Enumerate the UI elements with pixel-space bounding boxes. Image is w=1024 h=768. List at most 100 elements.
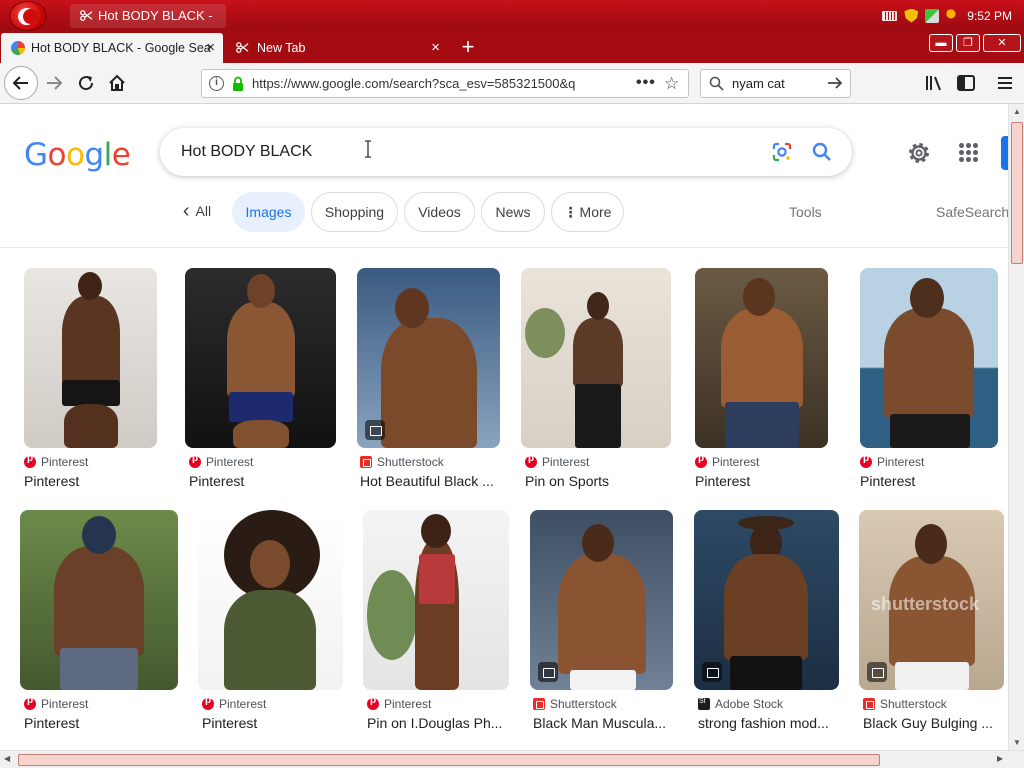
scroll-up-arrow-icon[interactable]: ▲ bbox=[1013, 107, 1021, 116]
new-tab-button[interactable]: + bbox=[454, 33, 482, 61]
result-source[interactable]: Pinterest bbox=[24, 453, 88, 469]
result-source[interactable]: Pinterest bbox=[367, 695, 431, 711]
home-button[interactable] bbox=[102, 68, 132, 98]
scroll-right-arrow-icon[interactable]: ▶ bbox=[997, 754, 1003, 763]
address-bar[interactable]: i https://www.google.com/search?sca_esv=… bbox=[201, 69, 689, 98]
scroll-down-arrow-icon[interactable]: ▼ bbox=[1013, 738, 1021, 747]
horizontal-scrollbar[interactable]: ◀ ▶ bbox=[0, 750, 1024, 768]
scroll-left-arrow-icon[interactable]: ◀ bbox=[4, 754, 10, 763]
google-apps-icon[interactable] bbox=[958, 142, 978, 162]
page-actions-icon[interactable]: ••• bbox=[636, 70, 656, 95]
reload-button[interactable] bbox=[71, 68, 101, 98]
result-source[interactable]: Shutterstock bbox=[360, 455, 444, 469]
sidebar-button[interactable] bbox=[954, 71, 978, 95]
close-tab-icon[interactable]: × bbox=[431, 33, 440, 63]
result-title[interactable]: Pinterest bbox=[695, 473, 828, 489]
chip-all[interactable]: ‹ All bbox=[167, 192, 227, 232]
search-icon bbox=[709, 76, 724, 91]
result-source[interactable]: Pinterest bbox=[860, 453, 925, 469]
image-thumbnail[interactable] bbox=[185, 268, 336, 448]
image-thumbnail[interactable] bbox=[24, 268, 157, 448]
image-thumbnail[interactable] bbox=[521, 268, 671, 448]
google-logo[interactable]: Google bbox=[24, 137, 131, 173]
network-icon[interactable] bbox=[925, 8, 940, 23]
image-thumbnail[interactable] bbox=[357, 268, 500, 448]
result-source[interactable]: Pinterest bbox=[24, 695, 88, 711]
image-thumbnail[interactable] bbox=[860, 268, 998, 448]
result-source[interactable]: Pinterest bbox=[695, 453, 759, 469]
image-thumbnail[interactable] bbox=[695, 268, 828, 448]
safesearch-button[interactable]: SafeSearch bbox=[936, 192, 1008, 232]
keyboard-icon[interactable] bbox=[882, 10, 898, 21]
result-source[interactable]: Shutterstock bbox=[533, 697, 617, 711]
result-source[interactable]: Pinterest bbox=[525, 453, 589, 469]
bookmark-star-icon[interactable]: ☆ bbox=[664, 74, 679, 94]
search-go-arrow-icon[interactable] bbox=[826, 74, 844, 92]
close-window-button[interactable]: ✕ bbox=[983, 34, 1021, 52]
lock-icon[interactable] bbox=[232, 76, 244, 92]
url-text[interactable]: https://www.google.com/search?sca_esv=58… bbox=[252, 70, 602, 97]
library-button[interactable] bbox=[922, 71, 946, 95]
chip-videos[interactable]: Videos bbox=[404, 192, 475, 232]
image-thumbnail[interactable] bbox=[530, 510, 673, 690]
forward-button[interactable] bbox=[39, 68, 69, 98]
source-name: Shutterstock bbox=[377, 455, 444, 469]
image-thumbnail[interactable]: shutterstock bbox=[859, 510, 1004, 690]
image-thumbnail[interactable] bbox=[198, 510, 343, 690]
tab-strip: Hot BODY BLACK - Google Sea × New Tab × … bbox=[0, 31, 1024, 63]
result-title[interactable]: Black Man Muscula... bbox=[533, 715, 673, 731]
forward-arrow-icon bbox=[47, 76, 63, 90]
chip-images[interactable]: Images bbox=[232, 192, 305, 232]
browser-search-input[interactable]: nyam cat bbox=[732, 70, 785, 97]
search-query-box[interactable]: Hot BODY BLACK bbox=[160, 128, 852, 176]
result-title[interactable]: Hot Beautiful Black ... bbox=[360, 473, 503, 489]
menu-button[interactable] bbox=[993, 71, 1017, 95]
result-title[interactable]: Pinterest bbox=[202, 715, 343, 731]
search-icon[interactable] bbox=[811, 141, 833, 163]
result-source[interactable]: Shutterstock bbox=[863, 697, 947, 711]
chip-more[interactable]: ⋮ More bbox=[551, 192, 624, 232]
watermark: shutterstock bbox=[871, 594, 980, 614]
chip-news[interactable]: News bbox=[481, 192, 545, 232]
back-button[interactable] bbox=[4, 66, 38, 100]
result-title[interactable]: Pinterest bbox=[860, 473, 998, 489]
result-title[interactable]: Pin on I.Douglas Ph... bbox=[367, 715, 509, 731]
adobe-stock-icon bbox=[698, 698, 710, 710]
maximize-button[interactable]: ❐ bbox=[956, 34, 980, 52]
search-input[interactable]: Hot BODY BLACK bbox=[181, 128, 312, 176]
image-thumbnail[interactable] bbox=[20, 510, 178, 690]
settings-gear-icon[interactable] bbox=[906, 140, 932, 166]
browser-app-logo[interactable] bbox=[9, 1, 47, 31]
info-icon[interactable]: i bbox=[209, 76, 224, 91]
tab-new-tab[interactable]: New Tab × bbox=[226, 33, 448, 63]
horizontal-scroll-thumb[interactable] bbox=[18, 754, 880, 766]
image-thumbnail[interactable] bbox=[363, 510, 509, 690]
result-title[interactable]: Pin on Sports bbox=[525, 473, 671, 489]
tab-google-search[interactable]: Hot BODY BLACK - Google Sea × bbox=[1, 33, 223, 63]
google-favicon-icon bbox=[11, 41, 25, 55]
close-tab-icon[interactable]: × bbox=[206, 33, 215, 63]
browser-search-bar[interactable]: nyam cat bbox=[700, 69, 851, 98]
tools-button[interactable]: Tools bbox=[789, 192, 822, 232]
vertical-scrollbar[interactable]: ▲ ▼ bbox=[1008, 104, 1024, 750]
result-title[interactable]: strong fashion mod... bbox=[698, 715, 839, 731]
google-lens-icon[interactable] bbox=[771, 141, 793, 163]
clock[interactable]: 9:52 PM bbox=[967, 9, 1012, 23]
photo-badge-icon bbox=[538, 662, 558, 682]
result-title[interactable]: Pinterest bbox=[189, 473, 336, 489]
window-title-bar: Hot BODY BLACK - ... 9:52 PM bbox=[0, 0, 1024, 47]
image-thumbnail[interactable] bbox=[694, 510, 839, 690]
result-title[interactable]: Black Guy Bulging ... bbox=[863, 715, 1004, 731]
result-source[interactable]: Adobe Stock bbox=[698, 697, 783, 711]
key-icon[interactable] bbox=[946, 8, 961, 23]
result-source[interactable]: Pinterest bbox=[189, 453, 253, 469]
result-title[interactable]: Pinterest bbox=[24, 715, 178, 731]
sign-in-button[interactable] bbox=[1001, 136, 1008, 170]
result-title[interactable]: Pinterest bbox=[24, 473, 157, 489]
shield-icon[interactable] bbox=[904, 8, 919, 23]
chip-shopping[interactable]: Shopping bbox=[311, 192, 398, 232]
minimize-button[interactable]: ▬ bbox=[929, 34, 953, 52]
result-source[interactable]: Pinterest bbox=[202, 695, 266, 711]
source-name: Pinterest bbox=[877, 455, 925, 469]
vertical-scroll-thumb[interactable] bbox=[1011, 122, 1023, 264]
